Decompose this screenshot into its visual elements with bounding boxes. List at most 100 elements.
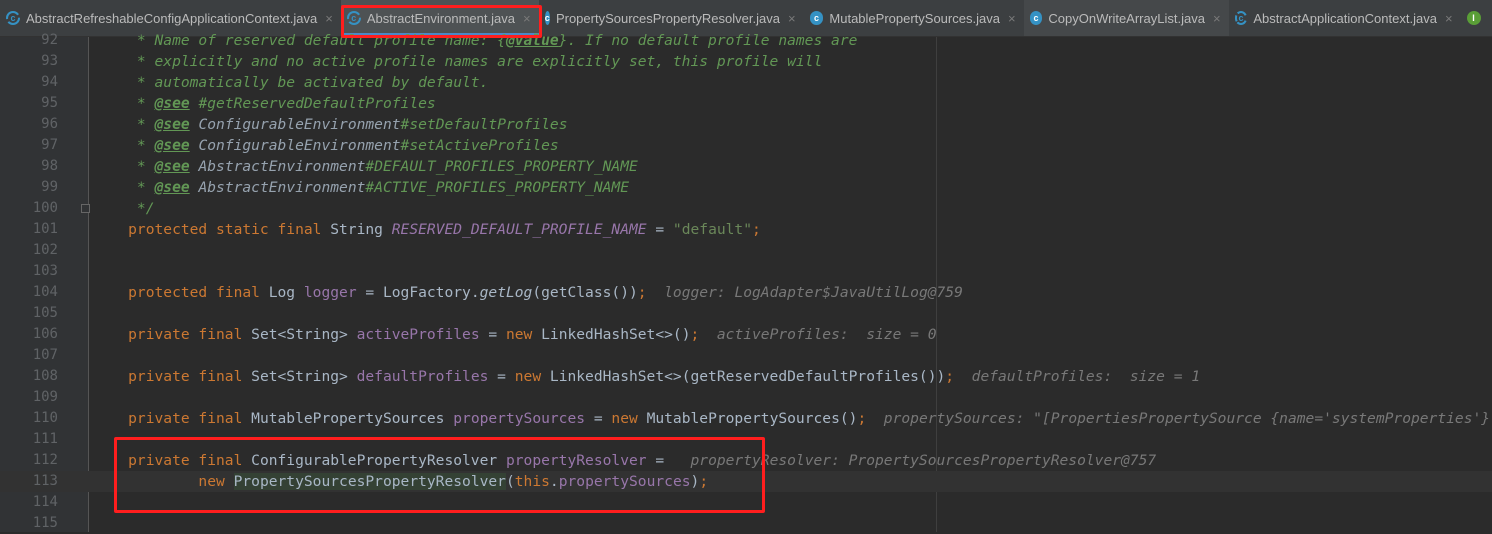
code-token: ( bbox=[505, 473, 515, 490]
code-line[interactable]: 96 * @see ConfigurableEnvironment#setDef… bbox=[0, 114, 1492, 135]
fold-collapse-icon[interactable] bbox=[81, 204, 90, 213]
code-token: @see bbox=[154, 179, 190, 196]
close-tab-icon[interactable]: × bbox=[788, 11, 796, 26]
code-line[interactable]: 107 bbox=[0, 345, 1492, 366]
code-token: private final bbox=[93, 368, 252, 385]
code-token: Set<String> bbox=[251, 326, 357, 343]
code-line[interactable]: 105 bbox=[0, 303, 1492, 324]
line-number: 114 bbox=[32, 494, 58, 510]
code-token: @value bbox=[505, 32, 559, 49]
line-number: 106 bbox=[32, 326, 58, 342]
line-number: 96 bbox=[41, 116, 58, 132]
code-token: */ bbox=[93, 200, 155, 217]
code-text: private final Set<String> activeProfiles… bbox=[93, 324, 937, 345]
abstract-class-icon: c bbox=[346, 11, 361, 25]
close-tab-icon[interactable]: × bbox=[523, 11, 531, 26]
close-tab-icon[interactable]: × bbox=[325, 11, 333, 26]
code-token: = bbox=[479, 326, 506, 343]
code-line[interactable]: 103 bbox=[0, 261, 1492, 282]
code-line[interactable]: 115 bbox=[0, 513, 1492, 534]
code-line[interactable]: 111 bbox=[0, 429, 1492, 450]
code-token: ; bbox=[752, 221, 761, 238]
code-line[interactable]: 100 */ bbox=[0, 198, 1492, 219]
code-line[interactable]: 97 * @see ConfigurableEnvironment#setAct… bbox=[0, 135, 1492, 156]
code-token: = bbox=[585, 410, 612, 427]
debug-inline-value: logger: LogAdapter$JavaUtilLog@759 bbox=[646, 284, 963, 301]
code-token: getLog bbox=[479, 284, 533, 301]
line-number: 115 bbox=[32, 515, 58, 531]
code-line[interactable]: 101 protected static final String RESERV… bbox=[0, 219, 1492, 240]
code-line[interactable]: 106 private final Set<String> activeProf… bbox=[0, 324, 1492, 345]
code-token: LinkedHashSet<>(getReservedDefaultProfil… bbox=[549, 368, 946, 385]
code-line[interactable]: 109 bbox=[0, 387, 1492, 408]
close-tab-icon[interactable]: × bbox=[1445, 11, 1453, 26]
code-line[interactable]: 102 bbox=[0, 240, 1492, 261]
code-token: #setActiveProfiles bbox=[400, 137, 559, 154]
code-token: * explicitly and no active profile names… bbox=[93, 53, 823, 70]
line-number: 102 bbox=[32, 242, 58, 258]
tab-label: PropertySourcesPropertyResolver.java bbox=[555, 10, 780, 26]
code-token: ; bbox=[699, 473, 709, 490]
class-icon: c bbox=[544, 11, 550, 25]
line-number: 99 bbox=[41, 179, 58, 195]
debug-inline-value: defaultProfiles: size = 1 bbox=[954, 368, 1201, 385]
code-token: propertySources bbox=[558, 473, 691, 490]
code-token: }. If no default profile names are bbox=[558, 32, 858, 49]
code-line[interactable]: 114 bbox=[0, 492, 1492, 513]
code-token: protected static final bbox=[93, 221, 331, 238]
code-token: * bbox=[93, 158, 155, 175]
code-token: Log bbox=[268, 284, 304, 301]
code-text: private final Set<String> defaultProfile… bbox=[93, 366, 1200, 387]
code-line[interactable]: 93 * explicitly and no active profile na… bbox=[0, 51, 1492, 72]
code-line[interactable]: 95 * @see #getReservedDefaultProfiles bbox=[0, 93, 1492, 114]
line-number: 112 bbox=[32, 452, 58, 468]
code-line[interactable]: 112 private final ConfigurablePropertyRe… bbox=[0, 450, 1492, 471]
tab-label: CopyOnWriteArrayList.java bbox=[1048, 10, 1205, 26]
code-text: private final ConfigurablePropertyResolv… bbox=[93, 450, 1156, 471]
close-tab-icon[interactable]: × bbox=[1008, 11, 1016, 26]
code-line[interactable]: 99 * @see AbstractEnvironment#ACTIVE_PRO… bbox=[0, 177, 1492, 198]
code-line[interactable]: 94 * automatically be activated by defau… bbox=[0, 72, 1492, 93]
abstract-class-icon: c bbox=[6, 11, 20, 25]
code-token: * bbox=[93, 95, 155, 112]
code-token: #setDefaultProfiles bbox=[400, 116, 568, 133]
code-text: * @see #getReservedDefaultProfiles bbox=[93, 93, 436, 114]
code-token: protected final bbox=[93, 284, 269, 301]
code-token: = bbox=[646, 221, 673, 238]
code-editor[interactable]: 92 * Name of reserved default profile na… bbox=[0, 30, 1492, 534]
code-token: * automatically be activated by default. bbox=[93, 74, 489, 91]
code-token: ConfigurablePropertyResolver bbox=[251, 452, 506, 469]
code-text: * @see ConfigurableEnvironment#setActive… bbox=[93, 135, 559, 156]
close-tab-icon[interactable]: × bbox=[1213, 11, 1221, 26]
code-token: ; bbox=[690, 326, 700, 343]
code-token: = bbox=[646, 452, 673, 469]
code-token: "default" bbox=[672, 221, 752, 238]
line-number: 113 bbox=[32, 473, 58, 489]
line-number: 94 bbox=[41, 74, 58, 90]
code-token: logger bbox=[303, 284, 357, 301]
code-text: protected static final String RESERVED_D… bbox=[93, 219, 761, 240]
code-text: * @see AbstractEnvironment#DEFAULT_PROFI… bbox=[93, 156, 638, 177]
abstract-class-icon: c bbox=[1234, 11, 1248, 25]
code-token: ) bbox=[690, 473, 700, 490]
tab-label: AbstractEnvironment.java bbox=[366, 10, 515, 26]
code-token: private final bbox=[93, 410, 252, 427]
code-line[interactable]: 108 private final Set<String> defaultPro… bbox=[0, 366, 1492, 387]
line-number: 111 bbox=[32, 431, 58, 447]
code-line[interactable]: 98 * @see AbstractEnvironment#DEFAULT_PR… bbox=[0, 156, 1492, 177]
code-token: ; bbox=[857, 410, 867, 427]
code-line[interactable]: 110 private final MutablePropertySources… bbox=[0, 408, 1492, 429]
code-line[interactable]: 113 new PropertySourcesPropertyResolver(… bbox=[0, 471, 1492, 492]
code-token: private final bbox=[93, 452, 252, 469]
code-text: new PropertySourcesPropertyResolver(this… bbox=[93, 471, 708, 492]
code-token: @see bbox=[154, 137, 190, 154]
code-token: defaultProfiles bbox=[356, 368, 489, 385]
line-number: 98 bbox=[41, 158, 58, 174]
code-line[interactable]: 104 protected final Log logger = LogFact… bbox=[0, 282, 1492, 303]
line-number: 105 bbox=[32, 305, 58, 321]
code-line[interactable]: 92 * Name of reserved default profile na… bbox=[0, 30, 1492, 51]
code-token: new bbox=[93, 473, 234, 490]
class-icon: c bbox=[1029, 11, 1043, 25]
debug-inline-value: activeProfiles: size = 0 bbox=[699, 326, 937, 343]
interface-icon: I bbox=[1466, 11, 1481, 25]
